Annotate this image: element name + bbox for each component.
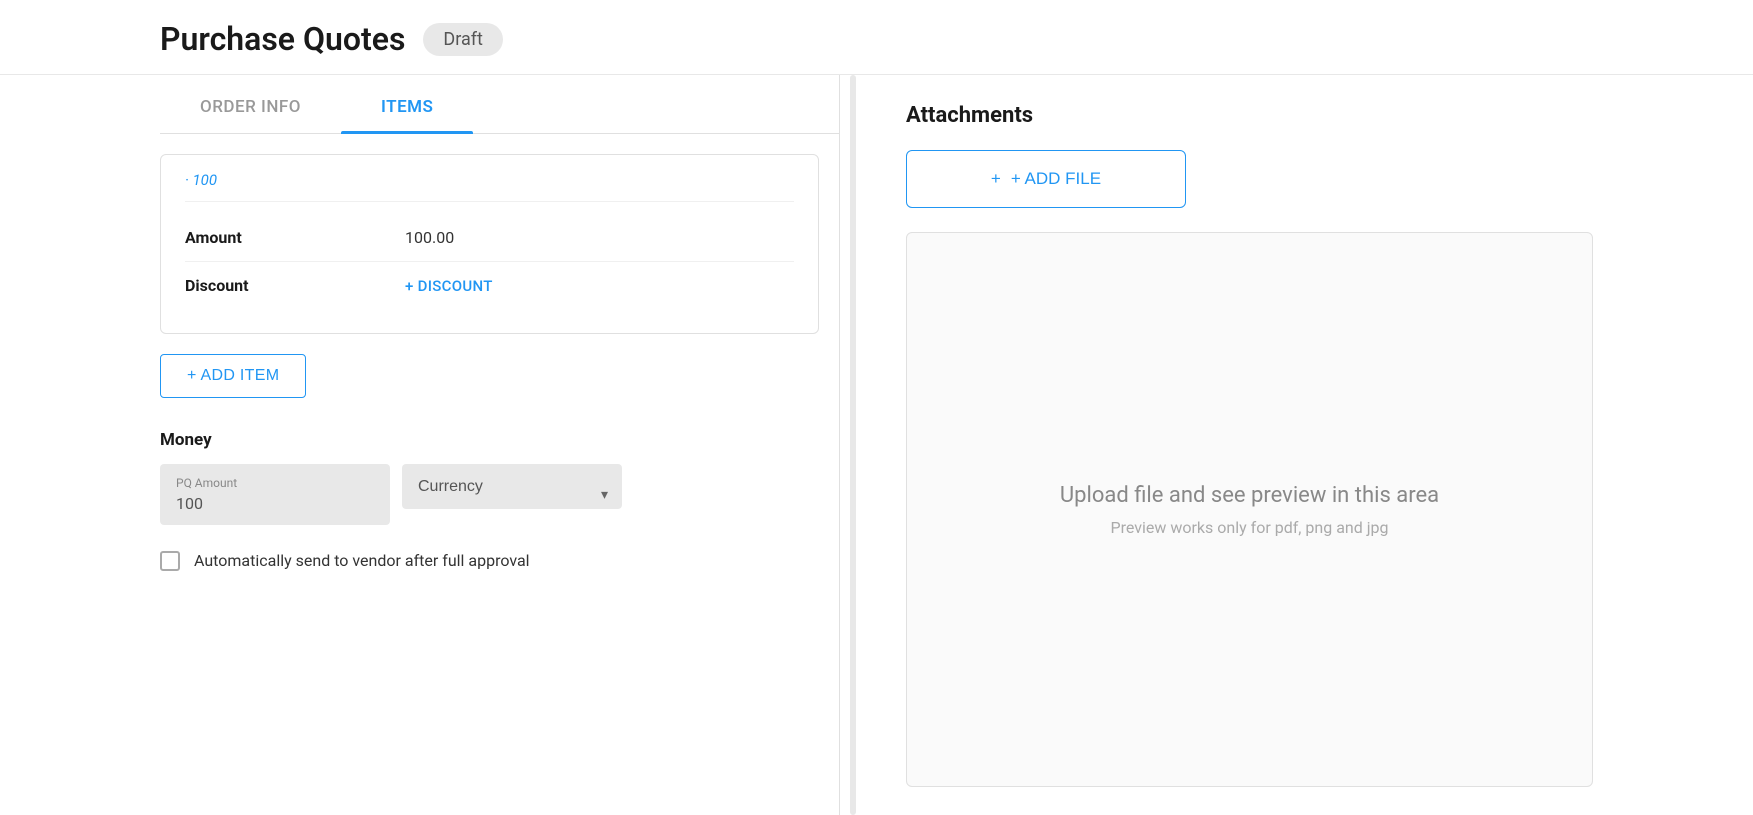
item-partial-row: · 100 <box>185 171 794 202</box>
right-panel: Attachments + + ADD FILE Upload file and… <box>866 75 1593 815</box>
auto-send-label: Automatically send to vendor after full … <box>194 549 530 573</box>
pq-amount-value: 100 <box>176 494 374 513</box>
preview-main-text: Upload file and see preview in this area <box>1060 483 1439 508</box>
auto-send-checkbox[interactable] <box>160 551 180 571</box>
item-partial-text: · 100 <box>185 171 217 189</box>
currency-wrapper[interactable]: Currency USD EUR GBP JPY AUD ▾ <box>402 464 622 525</box>
tab-order-info[interactable]: ORDER INFO <box>160 75 341 133</box>
page-title: Purchase Quotes <box>160 20 405 58</box>
pq-amount-label: PQ Amount <box>176 476 374 490</box>
tabs: ORDER INFO ITEMS <box>160 75 839 134</box>
status-badge: Draft <box>423 23 503 56</box>
discount-label: Discount <box>185 276 405 295</box>
tab-items[interactable]: ITEMS <box>341 75 473 133</box>
preview-sub-text: Preview works only for pdf, png and jpg <box>1110 518 1388 537</box>
page-header: Purchase Quotes Draft <box>0 0 1753 75</box>
discount-row: Discount + DISCOUNT <box>185 262 794 309</box>
currency-select[interactable]: Currency USD EUR GBP JPY AUD <box>402 464 622 509</box>
discount-link[interactable]: + DISCOUNT <box>405 277 493 295</box>
main-content: ORDER INFO ITEMS · 100 Amount 100.00 Dis… <box>0 75 1753 815</box>
checkbox-row: Automatically send to vendor after full … <box>160 549 839 573</box>
add-item-button[interactable]: + ADD ITEM <box>160 354 306 398</box>
add-file-button[interactable]: + + ADD FILE <box>906 150 1186 208</box>
page-container: Purchase Quotes Draft ORDER INFO ITEMS ·… <box>0 0 1753 815</box>
item-card: · 100 Amount 100.00 Discount + DISCOUNT <box>160 154 819 334</box>
attachments-title: Attachments <box>906 103 1593 128</box>
amount-row: Amount 100.00 <box>185 214 794 262</box>
money-section: Money PQ Amount 100 Currency USD EUR GBP… <box>160 430 839 573</box>
amount-value: 100.00 <box>405 228 454 247</box>
preview-area: Upload file and see preview in this area… <box>906 232 1593 787</box>
amount-label: Amount <box>185 228 405 247</box>
money-fields: PQ Amount 100 Currency USD EUR GBP JPY A… <box>160 464 839 525</box>
pq-amount-box: PQ Amount 100 <box>160 464 390 525</box>
money-section-label: Money <box>160 430 839 450</box>
left-panel: ORDER INFO ITEMS · 100 Amount 100.00 Dis… <box>160 75 840 815</box>
scroll-divider <box>850 75 856 815</box>
plus-icon: + <box>991 169 1001 189</box>
